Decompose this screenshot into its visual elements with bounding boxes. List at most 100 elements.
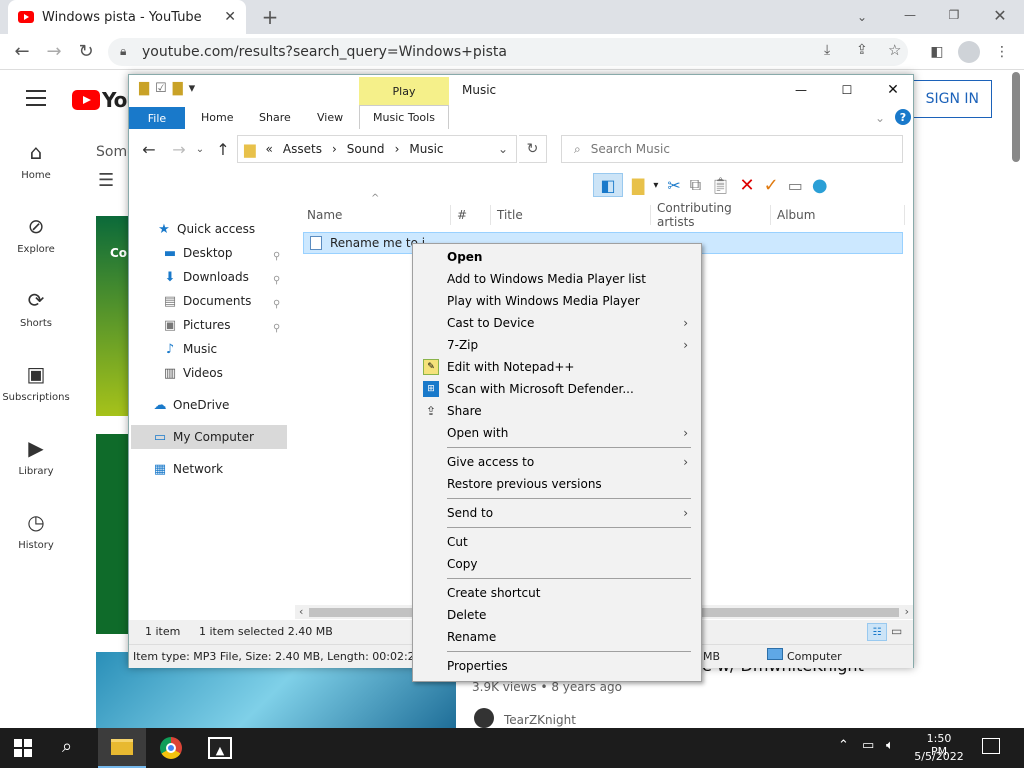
tab-view[interactable]: View <box>317 111 343 124</box>
nav-desktop[interactable]: ▬ Desktop <box>161 241 321 265</box>
hamburger-menu-icon[interactable] <box>26 90 46 106</box>
nav-documents[interactable]: ▤ Documents <box>161 289 321 313</box>
tab-search-chevron-icon[interactable]: ⌄ <box>850 6 874 28</box>
nav-music[interactable]: ♪ Music <box>161 337 321 361</box>
rename-icon[interactable]: ▭ <box>788 176 803 195</box>
tray-chevron-icon[interactable]: ⌃ <box>838 738 849 753</box>
column-title[interactable]: Title <box>491 205 651 225</box>
help-icon[interactable]: ? <box>895 109 911 125</box>
globe-icon[interactable]: ● <box>812 175 828 196</box>
nav-onedrive[interactable]: ☁ OneDrive <box>151 393 311 417</box>
restore-icon[interactable]: ❐ <box>942 4 966 26</box>
explorer-close-icon[interactable]: ✕ <box>879 81 907 99</box>
reload-icon[interactable]: ↻ <box>74 39 98 63</box>
refresh-icon[interactable]: ↻ <box>519 135 547 163</box>
column-album[interactable]: Album <box>771 205 905 225</box>
channel-name[interactable]: TearZKnight <box>504 713 576 727</box>
video-thumbnail-1[interactable]: Co <box>96 216 130 416</box>
explorer-back-icon[interactable]: ← <box>139 139 159 159</box>
search-taskbar-icon[interactable]: ⌕ <box>62 736 72 757</box>
profile-avatar[interactable] <box>958 41 980 63</box>
tab-home[interactable]: Home <box>201 111 233 124</box>
menu-open-with[interactable]: Open with › <box>416 422 700 444</box>
sign-in-button[interactable]: SIGN IN <box>904 80 992 118</box>
photos-taskbar-icon[interactable]: ▲ <box>208 737 232 759</box>
tab-music-tools[interactable]: Music Tools <box>359 105 449 129</box>
explorer-maximize-icon[interactable]: ☐ <box>833 81 861 99</box>
chrome-menu-icon[interactable]: ⋮ <box>994 42 1010 62</box>
new-folder-toolbar-icon[interactable]: ▇ <box>632 176 644 195</box>
side-panel-icon[interactable]: ◧ <box>926 42 948 62</box>
menu-open[interactable]: Open <box>416 246 700 268</box>
nav-network[interactable]: ▦ Network <box>151 457 311 481</box>
filters-icon[interactable]: ☰ <box>98 170 114 191</box>
column-name[interactable]: Name <box>301 205 451 225</box>
forward-icon[interactable]: → <box>42 39 66 63</box>
menu-cast[interactable]: Cast to Device › <box>416 312 700 334</box>
menu-copy[interactable]: Copy <box>416 553 700 575</box>
menu-delete[interactable]: Delete <box>416 604 700 626</box>
column-artists[interactable]: Contributing artists <box>651 201 771 229</box>
clock-date[interactable]: 5/5/2022 <box>914 750 964 763</box>
menu-restore-versions[interactable]: Restore previous versions <box>416 473 700 495</box>
close-tab-icon[interactable]: ✕ <box>224 9 236 25</box>
address-dropdown-icon[interactable]: ⌄ <box>498 142 508 156</box>
nav-my-computer[interactable]: ▭ My Computer <box>151 425 311 449</box>
menu-send-to[interactable]: Send to › <box>416 502 700 524</box>
search-music-input[interactable]: ⌕ Search Music <box>561 135 903 163</box>
chrome-taskbar-icon[interactable] <box>160 737 182 759</box>
video-thumbnail-2[interactable] <box>96 434 130 634</box>
close-window-icon[interactable]: ✕ <box>988 4 1012 26</box>
browser-tab[interactable]: Windows pista - YouTube ✕ <box>8 0 246 34</box>
menu-share[interactable]: ⇪ Share <box>416 400 700 422</box>
tab-share[interactable]: Share <box>259 111 291 124</box>
menu-rename[interactable]: Rename <box>416 626 700 648</box>
explorer-minimize-icon[interactable]: — <box>787 81 815 99</box>
network-tray-icon[interactable]: ▭ <box>862 738 874 753</box>
copy-icon[interactable]: ⧉ <box>690 175 701 195</box>
explorer-forward-icon[interactable]: → <box>169 139 189 159</box>
nav-downloads[interactable]: ⬇ Downloads <box>161 265 321 289</box>
channel-avatar[interactable] <box>474 708 494 728</box>
menu-add-to-wmp[interactable]: Add to Windows Media Player list <box>416 268 700 290</box>
menu-create-shortcut[interactable]: Create shortcut <box>416 582 700 604</box>
minimize-icon[interactable]: — <box>898 4 922 26</box>
notification-icon[interactable] <box>982 738 1000 754</box>
delete-icon[interactable]: ✕ <box>740 175 755 196</box>
folder-icon[interactable]: ▇ <box>139 81 149 96</box>
menu-cut[interactable]: Cut <box>416 531 700 553</box>
column-number[interactable]: # <box>451 205 491 225</box>
page-scrollbar[interactable] <box>1012 72 1020 162</box>
menu-give-access[interactable]: Give access to › <box>416 451 700 473</box>
preview-pane-icon[interactable]: ◧ <box>593 173 623 197</box>
details-view-icon[interactable]: ☷ <box>867 623 887 641</box>
dropdown-icon[interactable]: ▾ <box>653 180 658 191</box>
menu-properties[interactable]: Properties <box>416 655 700 677</box>
windows-start-icon[interactable] <box>14 739 32 757</box>
menu-7zip[interactable]: 7-Zip › <box>416 334 700 356</box>
breadcrumb[interactable]: ▆ « Assets › Sound › Music ⌄ <box>237 135 517 163</box>
share-icon[interactable]: ⇪ <box>856 42 868 58</box>
tab-file[interactable]: File <box>129 107 185 129</box>
nav-quick-access[interactable]: ★ Quick access <box>155 217 315 241</box>
bookmark-star-icon[interactable]: ☆ <box>888 41 901 59</box>
install-icon[interactable]: ⤓ <box>824 42 830 58</box>
menu-notepadpp[interactable]: ✎ Edit with Notepad++ <box>416 356 700 378</box>
paste-icon[interactable]: 📋︎ <box>710 176 730 195</box>
menu-defender[interactable]: ⊞ Scan with Microsoft Defender... <box>416 378 700 400</box>
check-icon[interactable]: ✓ <box>764 175 779 196</box>
ribbon-expand-icon[interactable]: ⌄ <box>875 111 885 125</box>
nav-pictures[interactable]: ▣ Pictures <box>161 313 321 337</box>
volume-icon[interactable]: 🔈︎ <box>886 738 894 753</box>
new-folder-icon[interactable]: ▇ <box>173 81 183 96</box>
new-tab-icon[interactable]: + <box>258 5 282 29</box>
file-explorer-taskbar-icon[interactable] <box>98 728 146 768</box>
recent-locations-icon[interactable]: ⌄ <box>193 139 207 159</box>
properties-icon[interactable]: ☑ <box>155 81 167 96</box>
menu-play-wmp[interactable]: Play with Windows Media Player <box>416 290 700 312</box>
back-icon[interactable]: ← <box>10 39 34 63</box>
cut-icon[interactable]: ✂ <box>667 176 680 195</box>
nav-videos[interactable]: ▥ Videos <box>161 361 321 385</box>
customize-qat-icon[interactable]: ▾ <box>189 81 196 96</box>
up-icon[interactable]: ↑ <box>213 139 233 159</box>
